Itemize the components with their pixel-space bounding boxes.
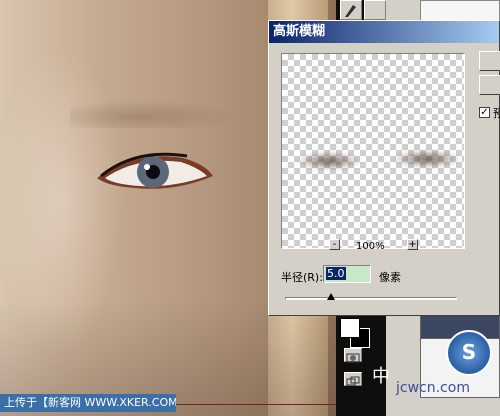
fg-color-swatch[interactable]	[340, 318, 360, 338]
radius-label: 半径(R):	[281, 271, 323, 284]
preview-brow-right	[392, 150, 462, 168]
radius-value: 5.0	[326, 267, 346, 280]
gaussian-blur-dialog: 高斯模糊 - 100% + 半径(R): 5.0 像素 ✓ 预	[268, 20, 500, 316]
preview-label: 预	[493, 107, 500, 120]
radius-slider-thumb[interactable]	[327, 293, 336, 300]
screen-mode-icon	[346, 376, 360, 386]
radius-unit: 像素	[379, 271, 401, 284]
preview-brow-left	[296, 152, 362, 170]
photo-eye	[97, 152, 213, 189]
ime-indicator: 中	[372, 366, 390, 387]
dialog-title[interactable]: 高斯模糊	[269, 21, 499, 43]
tool-slot-blank[interactable]	[364, 0, 386, 20]
zoom-level: 100%	[356, 241, 385, 252]
quick-mask-icon	[346, 353, 360, 363]
zoom-in-icon: +	[408, 239, 417, 250]
caption-divider	[176, 404, 336, 405]
radius-input[interactable]: 5.0	[323, 265, 371, 283]
quick-mask-button[interactable]	[344, 348, 362, 363]
zoom-out-icon: -	[332, 239, 337, 250]
cancel-button[interactable]	[479, 75, 500, 95]
screen-mode-button[interactable]	[344, 372, 362, 386]
blur-preview[interactable]	[281, 53, 465, 249]
site-logo-seal: S	[446, 330, 492, 376]
zoom-out-button[interactable]: -	[329, 239, 340, 250]
layer-thumbnail-top[interactable]	[420, 0, 500, 22]
radius-slider-track[interactable]	[285, 297, 457, 300]
upload-caption: 上传于【新客网 WWW.XKER.COM】	[0, 394, 176, 412]
brush-tool[interactable]	[340, 0, 362, 20]
zoom-in-button[interactable]: +	[407, 239, 418, 250]
photo-brow-region	[70, 100, 240, 128]
preview-checkbox[interactable]: ✓	[479, 107, 490, 118]
logo-letter: S	[461, 340, 477, 364]
ok-button[interactable]	[479, 51, 500, 71]
watermark-url: jcwcn.com	[396, 380, 470, 396]
brush-icon	[345, 5, 356, 17]
